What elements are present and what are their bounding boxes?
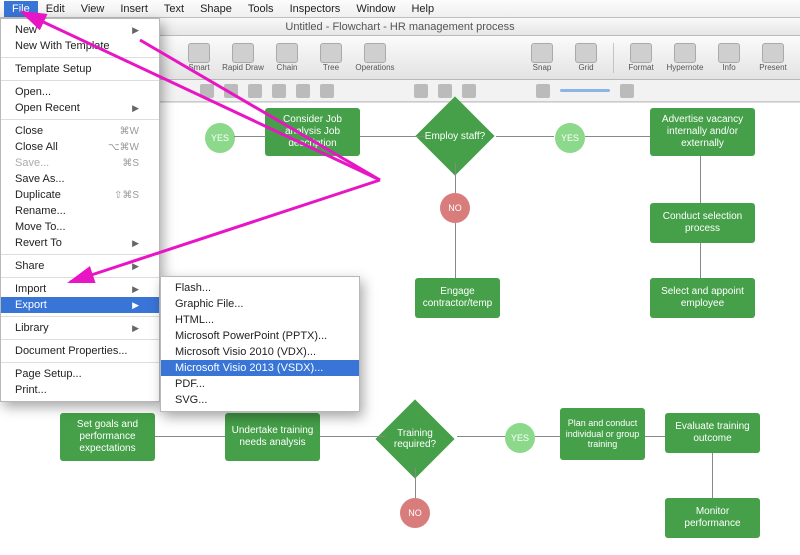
flowchart-decision-diamond[interactable]: Training required? <box>375 411 455 467</box>
flowchart-process-box[interactable]: Evaluate training outcome <box>665 413 760 453</box>
flowchart-no-node[interactable]: NO <box>400 498 430 528</box>
annotation-arrow <box>0 0 800 403</box>
flowchart-process-box[interactable]: Undertake training needs analysis <box>225 413 320 461</box>
flowchart-process-box[interactable]: Monitor performance <box>665 498 760 538</box>
flowchart-process-box[interactable]: Plan and conduct individual or group tra… <box>560 408 645 460</box>
flowchart-yes-node[interactable]: YES <box>505 423 535 453</box>
flowchart-process-box[interactable]: Set goals and performance expectations <box>60 413 155 461</box>
diamond-label: Training required? <box>375 428 455 450</box>
